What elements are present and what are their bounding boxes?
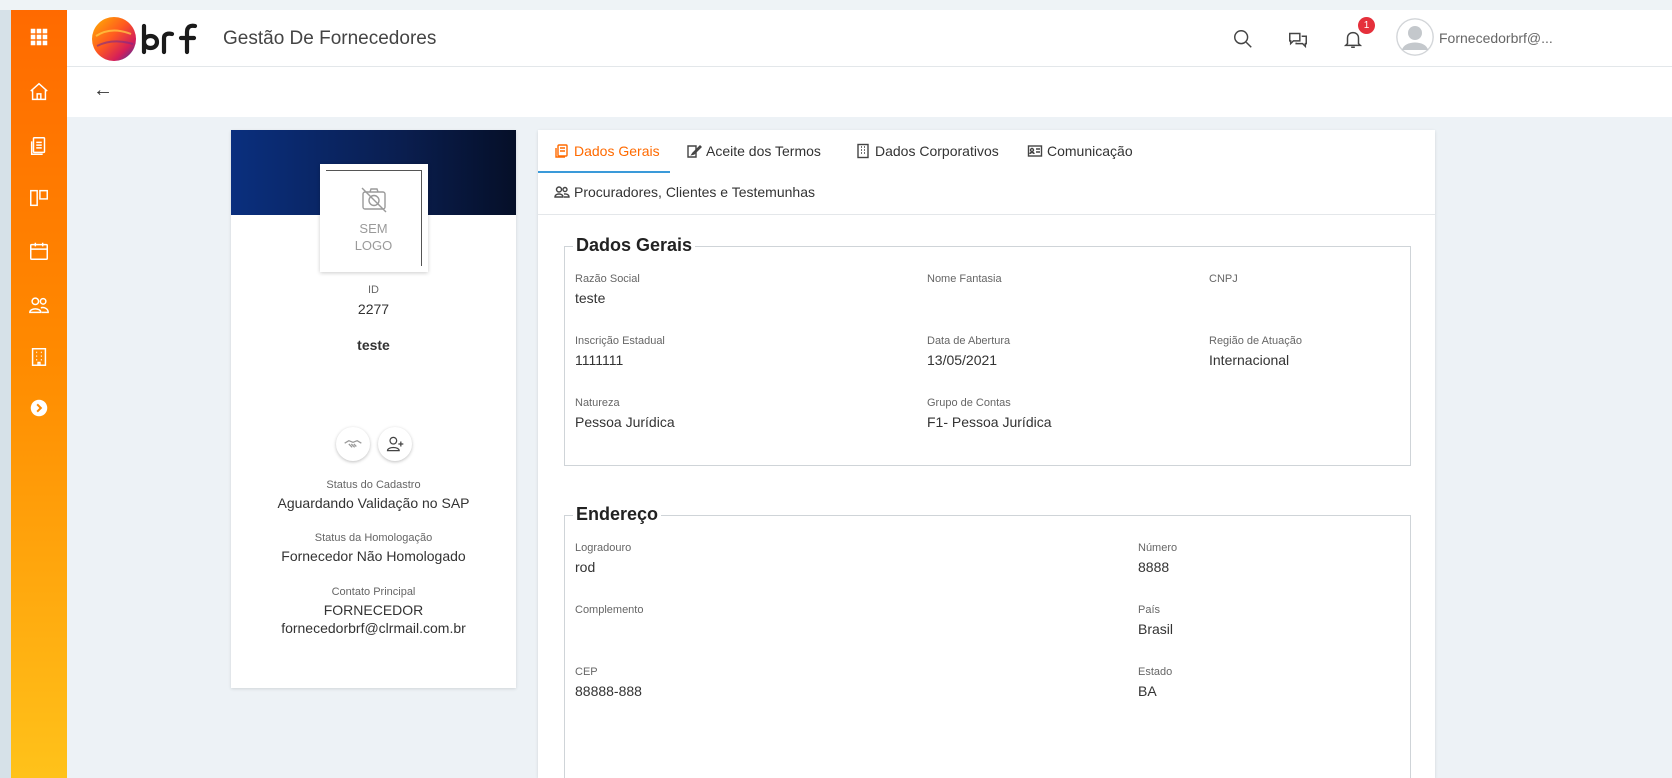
tab-label: Procuradores, Clientes e Testemunhas <box>574 184 815 200</box>
tab-label: Dados Gerais <box>574 143 660 159</box>
status-homologacao-value: Fornecedor Não Homologado <box>281 548 466 564</box>
endereco-title: Endereço <box>573 504 662 525</box>
logradouro-value: rod <box>575 559 596 575</box>
chat-icon[interactable] <box>1285 26 1311 52</box>
logo-placeholder-line1: SEM <box>359 220 388 236</box>
natureza-label: Natureza <box>575 397 620 409</box>
id-label: ID <box>368 284 379 296</box>
contato-principal-email: fornecedorbrf@clrmail.com.br <box>281 620 466 636</box>
status-cadastro-label: Status do Cadastro <box>326 479 421 491</box>
add-contact-button[interactable] <box>378 427 412 461</box>
add-user-icon <box>386 436 404 452</box>
user-name[interactable]: Fornecedorbrf@... <box>1439 30 1553 46</box>
complemento-label: Complemento <box>575 604 644 616</box>
contato-principal-name: FORNECEDOR <box>323 602 424 618</box>
dados-gerais-section: Dados Gerais Razão Social teste Nome Fan… <box>564 235 1411 466</box>
back-arrow-icon[interactable]: ← <box>93 79 113 102</box>
subheader-bar: ← <box>67 67 1672 117</box>
tab-comunicacao[interactable]: Comunicação <box>1027 130 1133 172</box>
no-image-icon <box>361 187 386 212</box>
inscricao-estadual-label: Inscrição Estadual <box>575 335 665 347</box>
users-icon[interactable] <box>24 290 54 320</box>
calendar-icon[interactable] <box>24 236 54 266</box>
window-frame-left <box>0 10 11 778</box>
inscricao-estadual-value: 1111111 <box>575 352 624 368</box>
building-icon <box>857 143 869 159</box>
logo-placeholder-line2: LOGO <box>354 237 393 253</box>
window-frame-top <box>0 0 1672 10</box>
cep-label: CEP <box>575 666 598 678</box>
tab-dados-corporativos[interactable]: Dados Corporativos <box>855 130 999 172</box>
users-icon <box>554 186 570 198</box>
logradouro-label: Logradouro <box>575 542 632 554</box>
razao-social-label: Razão Social <box>575 273 640 285</box>
documents-icon <box>555 144 568 158</box>
handshake-button[interactable] <box>336 427 370 461</box>
edit-document-icon <box>687 145 702 158</box>
tab-label: Dados Corporativos <box>875 143 999 159</box>
estado-label: Estado <box>1138 666 1173 678</box>
grupo-contas-value: F1- Pessoa Jurídica <box>927 414 1052 430</box>
contato-principal-label: Contato Principal <box>331 586 416 598</box>
tab-aceite-dos-termos[interactable]: Aceite dos Termos <box>686 130 821 172</box>
pais-value: Brasil <box>1138 621 1174 637</box>
id-value: 2277 <box>357 301 390 317</box>
status-homologacao-label: Status da Homologação <box>314 532 433 544</box>
tab-label: Aceite dos Termos <box>706 143 821 159</box>
documents-icon[interactable] <box>24 131 54 161</box>
tab-label: Comunicação <box>1047 143 1133 159</box>
tabs-divider <box>538 214 1435 215</box>
notification-badge: 1 <box>1358 17 1375 34</box>
tab-dados-gerais[interactable]: Dados Gerais <box>554 130 660 172</box>
handshake-icon <box>344 439 362 448</box>
cnpj-label: CNPJ <box>1209 273 1238 285</box>
user-avatar[interactable] <box>1396 18 1434 56</box>
kanban-icon[interactable] <box>24 183 54 213</box>
sidebar <box>11 10 67 778</box>
endereco-section: Endereço Logradouro rod Número 8888 Comp… <box>564 504 1411 778</box>
building-icon[interactable] <box>24 342 54 372</box>
regiao-atuacao-label: Região de Atuação <box>1209 335 1302 347</box>
status-cadastro-value: Aguardando Validação no SAP <box>277 495 470 511</box>
supplier-logo-placeholder[interactable]: SEM LOGO <box>320 164 428 272</box>
cep-value: 88888-888 <box>575 683 642 699</box>
expand-icon[interactable] <box>24 393 54 423</box>
pais-label: País <box>1138 604 1161 616</box>
regiao-atuacao-value: Internacional <box>1209 352 1290 368</box>
razao-social-value: teste <box>575 290 606 306</box>
dados-gerais-title: Dados Gerais <box>573 235 696 256</box>
numero-value: 8888 <box>1138 559 1170 575</box>
nome-fantasia-label: Nome Fantasia <box>927 273 1002 285</box>
search-icon[interactable] <box>1230 26 1256 52</box>
supplier-profile-card: SEM LOGO ID 2277 teste Status do Cadastr… <box>231 130 516 688</box>
contact-card-icon <box>1027 145 1043 157</box>
grupo-contas-label: Grupo de Contas <box>927 397 1011 409</box>
data-abertura-label: Data de Abertura <box>927 335 1011 347</box>
numero-label: Número <box>1138 542 1178 554</box>
home-icon[interactable] <box>24 77 54 107</box>
brf-logo[interactable] <box>91 14 211 64</box>
top-header: Gestão De Fornecedores 1 Fornecedorbrf@.… <box>67 10 1672 67</box>
tab-procuradores-clientes-testemunhas[interactable]: Procuradores, Clientes e Testemunhas <box>554 171 815 213</box>
app-title: Gestão De Fornecedores <box>223 28 437 49</box>
estado-value: BA <box>1138 683 1157 699</box>
natureza-value: Pessoa Jurídica <box>575 414 675 430</box>
data-abertura-value: 13/05/2021 <box>927 352 998 368</box>
supplier-name: teste <box>357 337 390 353</box>
apps-grid-icon[interactable] <box>24 22 54 52</box>
supplier-detail-card: Dados Gerais Aceite dos Termos Dados Cor… <box>538 130 1435 778</box>
